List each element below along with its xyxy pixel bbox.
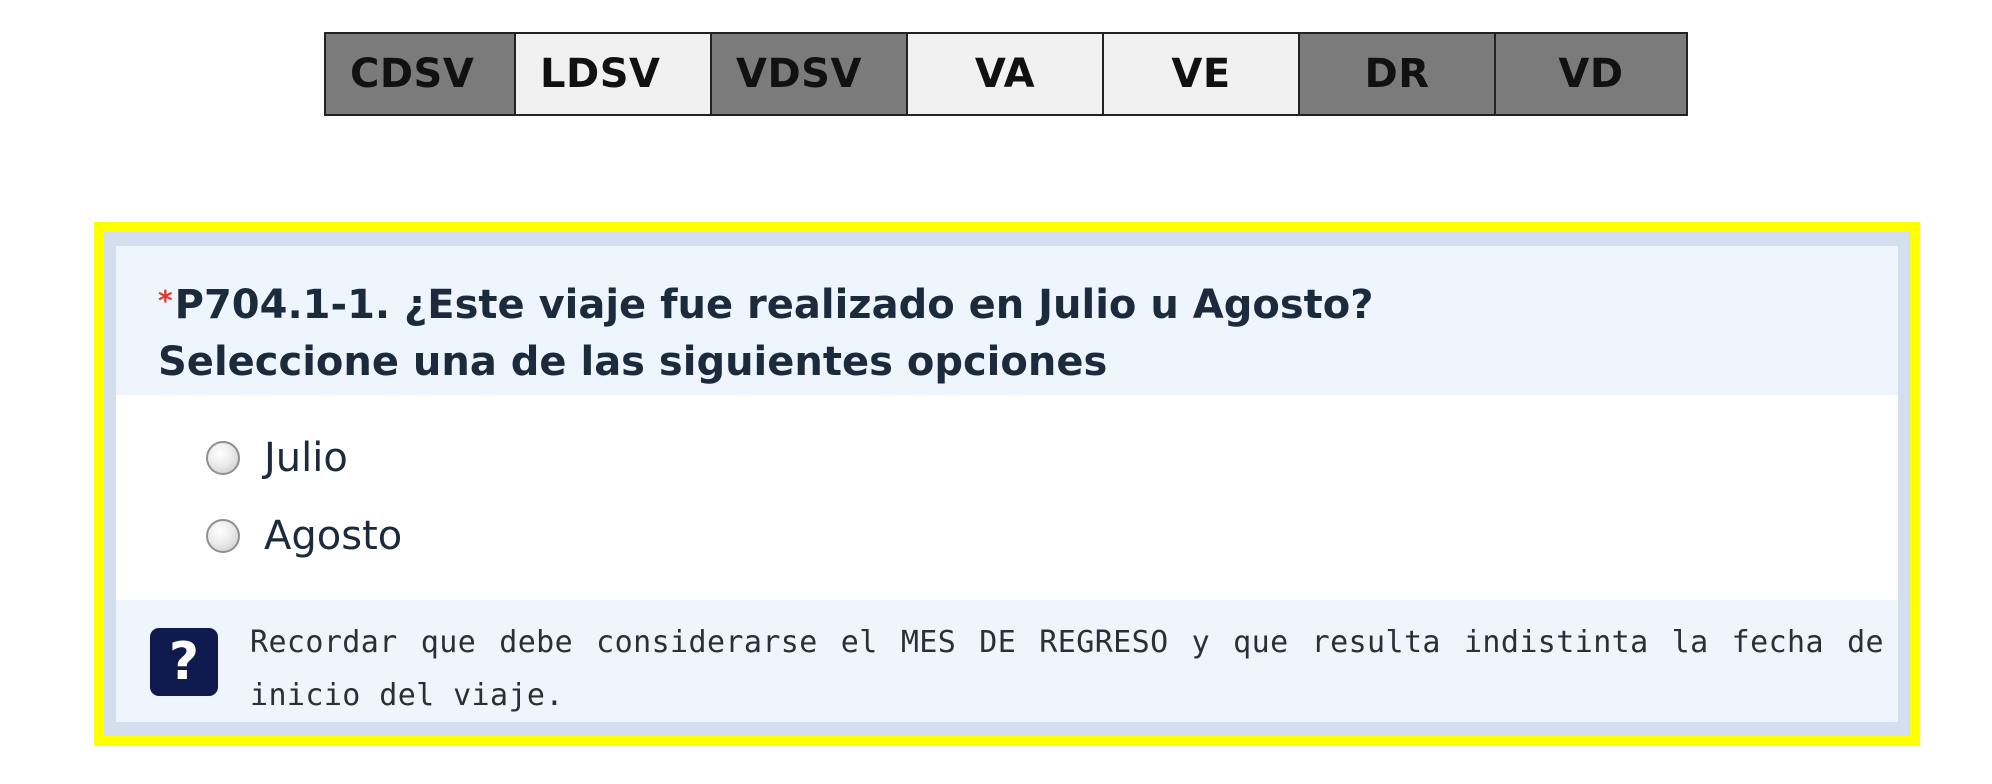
radio-agosto[interactable] [206, 519, 240, 554]
option-label-agosto: Agosto [264, 513, 403, 560]
question-highlight: *P704.1-1. ¿Este viaje fue realizado en … [94, 222, 1920, 746]
question-frame: *P704.1-1. ¿Este viaje fue realizado en … [104, 232, 1910, 736]
question-mark-icon: ? [150, 628, 218, 696]
option-label-julio: Julio [264, 435, 348, 482]
help-note: ? Recordar que debe considerarse el MES … [116, 600, 1898, 722]
tab-dr[interactable]: DR [1300, 34, 1496, 114]
question-title-line: *P704.1-1. ¿Este viaje fue realizado en … [158, 272, 1898, 334]
radio-julio[interactable] [206, 441, 240, 476]
question-header: *P704.1-1. ¿Este viaje fue realizado en … [116, 246, 1898, 396]
tab-vd[interactable]: VD [1496, 34, 1686, 114]
tab-ve[interactable]: VE [1104, 34, 1300, 114]
tab-ldsv[interactable]: LDSV [516, 34, 712, 114]
answer-options: Julio Agosto [116, 395, 1898, 600]
required-mark: * [158, 284, 173, 317]
option-agosto[interactable]: Agosto [206, 497, 1898, 575]
question-title: P704.1-1. ¿Este viaje fue realizado en J… [174, 282, 1374, 328]
help-text: Recordar que debe considerarse el MES DE… [250, 625, 1884, 713]
question-instruction: Seleccione una de las siguientes opcione… [158, 339, 1108, 385]
tab-vdsv[interactable]: VDSV [712, 34, 908, 114]
section-tab-bar: CDSV LDSV VDSV VA VE DR VD [324, 32, 1688, 116]
tab-va[interactable]: VA [908, 34, 1104, 114]
option-julio[interactable]: Julio [206, 419, 1898, 497]
tab-cdsv[interactable]: CDSV [326, 34, 516, 114]
question-card: *P704.1-1. ¿Este viaje fue realizado en … [116, 246, 1898, 722]
